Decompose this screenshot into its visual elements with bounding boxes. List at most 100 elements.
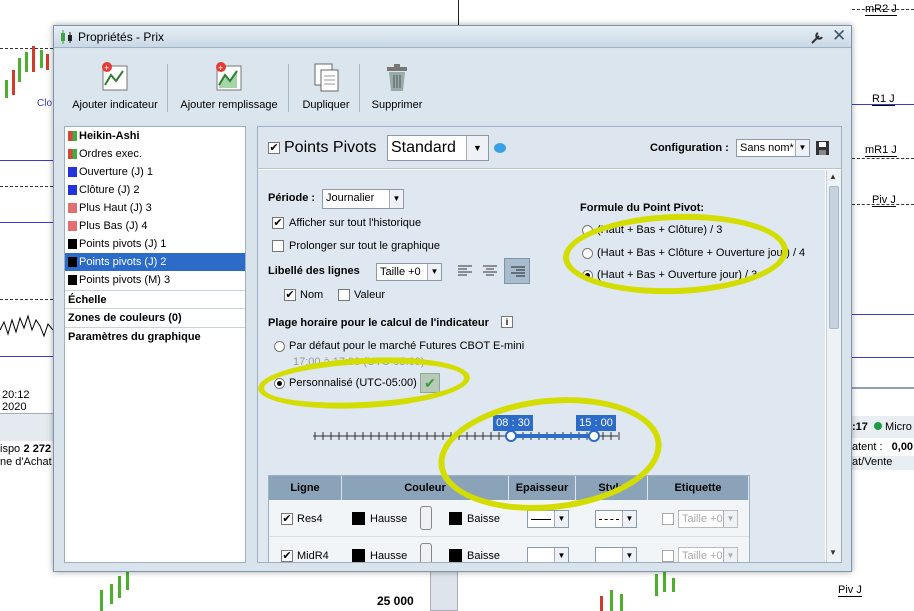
list-item-high[interactable]: Plus Haut (J) 3 <box>65 199 245 217</box>
micro-label: Micro <box>885 421 912 433</box>
label-name-checkbox[interactable]: ✔ <box>284 289 296 301</box>
delete-button[interactable]: Supprimer <box>366 61 428 111</box>
indicator-type-select[interactable]: Standard ▼ <box>387 135 489 161</box>
piv-label: Piv J <box>872 194 896 207</box>
add-indicator-label: Ajouter indicateur <box>72 99 158 111</box>
color-swatch <box>68 185 77 195</box>
up-color-swatch[interactable] <box>352 512 365 525</box>
settings-scrollbar[interactable]: ▲ ▼ <box>826 170 841 562</box>
default-hours-radio[interactable] <box>274 341 285 352</box>
save-icon[interactable] <box>816 141 829 155</box>
settings-body: Période : Journalier ▼ ✔ Afficher sur tou… <box>258 170 825 562</box>
configuration-value: Sans nom* <box>740 142 794 154</box>
color-swatch <box>68 131 77 141</box>
chevron-down-icon: ▼ <box>622 548 636 562</box>
list-item-label: Points pivots (J) 1 <box>79 238 167 250</box>
row-enabled-checkbox[interactable]: ✔ <box>281 550 293 562</box>
speech-bubble-icon[interactable] <box>494 143 506 153</box>
default-hours-label: Par défaut pour le marché Futures CBOT E… <box>289 340 525 352</box>
color-swatch <box>68 149 77 159</box>
section-color-zones[interactable]: Zones de couleurs (0) <box>65 308 245 326</box>
row-enabled-checkbox[interactable]: ✔ <box>281 513 293 525</box>
dialog-titlebar[interactable]: Propriétés - Prix ✕ <box>54 26 851 48</box>
down-label: Baisse <box>467 550 501 562</box>
list-item-label: Heikin-Ashi <box>79 130 140 142</box>
add-indicator-button[interactable]: + Ajouter indicateur <box>70 61 160 111</box>
row-name: Res4 <box>297 513 323 525</box>
info-icon[interactable]: i <box>501 316 513 328</box>
micro-time: :17 <box>852 421 868 433</box>
hours-title: Plage horaire pour le calcul de l'indica… <box>268 317 489 329</box>
link-chain-icon[interactable] <box>420 543 432 562</box>
table-row: ✔ MidR4 Hausse Baisse ▼ ▼ Taille +0 ▼ <box>269 538 749 562</box>
color-swatch <box>68 203 77 213</box>
period-select[interactable]: Journalier ▼ <box>322 189 404 209</box>
close-icon[interactable]: ✕ <box>832 26 846 46</box>
oscillator-line <box>0 314 53 338</box>
extend-checkbox[interactable] <box>272 240 284 252</box>
label-size-select[interactable]: Taille +0 ▼ <box>678 547 738 562</box>
atent-value: 0,00 <box>891 441 914 453</box>
duplicate-icon <box>310 61 342 93</box>
add-fill-icon: + <box>213 61 245 93</box>
duplicate-button[interactable]: Dupliquer <box>296 61 356 111</box>
history-label: Afficher sur tout l'historique <box>289 217 422 229</box>
align-center-icon[interactable] <box>483 264 497 278</box>
label-size-select[interactable]: Taille +0 ▼ <box>376 263 442 281</box>
label-enabled-checkbox[interactable] <box>662 550 674 562</box>
section-chart-params[interactable]: Paramètres du graphique <box>65 327 245 345</box>
list-item-pivots-j2[interactable]: Points pivots (J) 2 <box>65 253 245 271</box>
label-size-select[interactable]: Taille +0 ▼ <box>678 510 738 528</box>
down-color-swatch[interactable] <box>449 512 462 525</box>
color-swatch <box>68 275 77 285</box>
list-item-label: Plus Haut (J) 3 <box>79 202 152 214</box>
up-label: Hausse <box>370 513 408 525</box>
up-color-swatch[interactable] <box>352 549 365 562</box>
list-item-label: Plus Bas (J) 4 <box>79 220 148 232</box>
style-select[interactable]: ▼ <box>595 547 637 562</box>
highlight-formula <box>561 210 790 298</box>
year-label: 2020 <box>2 401 27 413</box>
dispo-value: 2 272 <box>23 443 52 455</box>
list-item-label: Ordres exec. <box>79 148 142 160</box>
list-item-label: Points pivots (J) 2 <box>79 256 167 268</box>
highlight-custom-hours <box>258 352 472 414</box>
formula-title: Formule du Point Pivot: <box>580 202 705 214</box>
indicator-enabled-checkbox[interactable]: ✔ <box>268 142 280 154</box>
thickness-select[interactable]: ▼ <box>527 547 569 562</box>
list-item-pivots-m3[interactable]: Points pivots (M) 3 <box>65 271 245 289</box>
scroll-down-icon[interactable]: ▼ <box>829 548 837 557</box>
atent-label: atent : <box>852 441 883 453</box>
scroll-thumb[interactable] <box>829 186 839 329</box>
align-left-icon[interactable] <box>458 264 472 278</box>
list-item-heikin-ashi[interactable]: Heikin-Ashi <box>65 127 245 145</box>
label-enabled-checkbox[interactable] <box>662 513 674 525</box>
labels-title: Libellé des lignes <box>268 265 360 277</box>
wrench-icon[interactable] <box>810 30 826 45</box>
scroll-up-icon[interactable]: ▲ <box>829 172 837 181</box>
period-value: Journalier <box>326 192 375 204</box>
chevron-down-icon: ▼ <box>427 264 441 280</box>
list-item-label: Clôture (J) 2 <box>79 184 140 196</box>
list-item-pivots-j1[interactable]: Points pivots (J) 1 <box>65 235 245 253</box>
list-item-close[interactable]: Clôture (J) 2 <box>65 181 245 199</box>
color-swatch <box>68 221 77 231</box>
table-header-label: Etiquette <box>648 476 749 500</box>
list-item-orders[interactable]: Ordres exec. <box>65 145 245 163</box>
style-select[interactable]: ▼ <box>595 510 637 528</box>
add-fill-button[interactable]: + Ajouter remplissage <box>176 61 282 111</box>
list-item-open[interactable]: Ouverture (J) 1 <box>65 163 245 181</box>
label-size-value: Taille +0 <box>682 513 723 525</box>
add-indicator-icon: + <box>99 61 131 93</box>
down-label: Baisse <box>467 513 501 525</box>
align-right-button[interactable] <box>504 258 530 284</box>
history-checkbox[interactable]: ✔ <box>272 217 284 229</box>
label-value-checkbox[interactable] <box>338 289 350 301</box>
list-item-low[interactable]: Plus Bas (J) 4 <box>65 217 245 235</box>
indicator-type-value: Standard <box>391 139 456 156</box>
link-chain-icon[interactable] <box>420 506 432 530</box>
section-scale[interactable]: Échelle <box>65 290 245 308</box>
configuration-select[interactable]: Sans nom* ▼ <box>736 139 810 157</box>
thickness-select[interactable]: ▼ <box>527 510 569 528</box>
down-color-swatch[interactable] <box>449 549 462 562</box>
